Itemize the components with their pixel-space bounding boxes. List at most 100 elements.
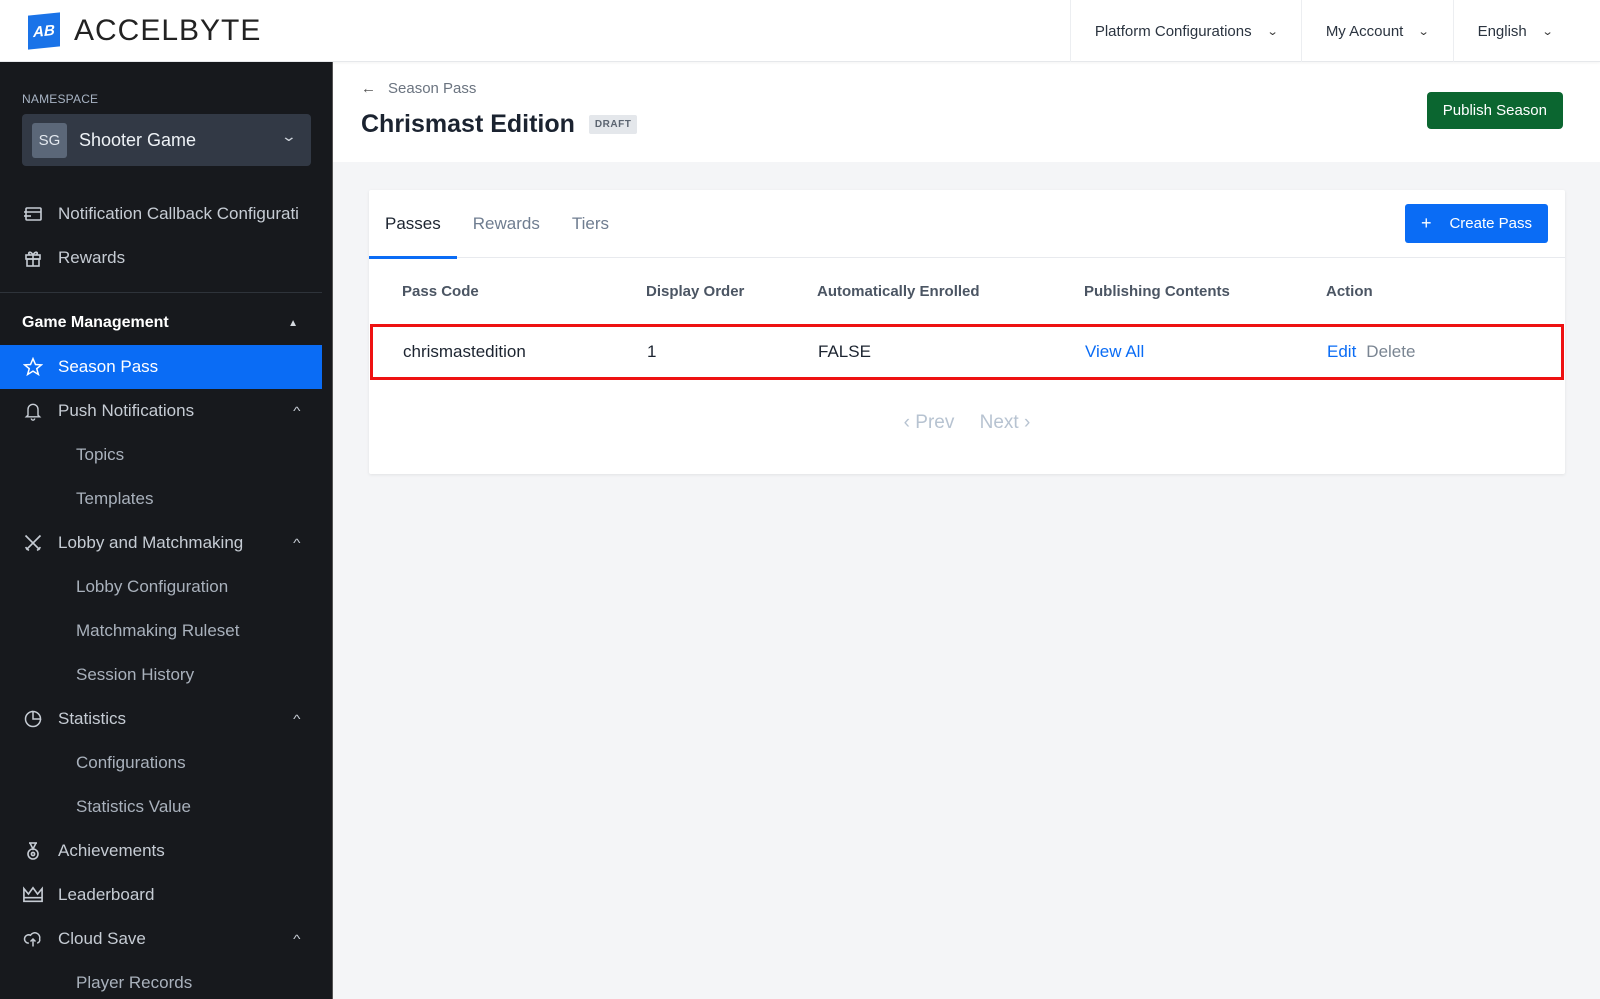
arrow-left-icon: ← <box>361 80 376 97</box>
sidebar-item-label: Topics <box>76 445 125 464</box>
sidebar-item-label: Lobby Configuration <box>76 577 229 596</box>
chevron-down-icon: ⌄ <box>1266 25 1279 38</box>
crown-icon <box>22 884 44 906</box>
callback-icon <box>22 203 44 225</box>
breadcrumb-label: Season Pass <box>388 80 477 97</box>
top-bar: AB ACCELBYTE Platform Configurations ⌄ M… <box>0 0 1600 62</box>
sidebar-item-lobby-matchmaking[interactable]: Lobby and Matchmaking ^ <box>0 521 322 565</box>
sidebar-item-label: Push Notifications <box>58 401 195 420</box>
tab-passes[interactable]: Passes <box>369 190 457 259</box>
breadcrumb-back-link[interactable]: ← Season Pass <box>361 80 476 97</box>
bell-icon <box>22 400 44 422</box>
edit-link[interactable]: Edit <box>1327 342 1356 361</box>
menu-label: Platform Configurations <box>1094 22 1252 40</box>
cloud-upload-icon <box>22 928 44 950</box>
sidebar-item-label: Matchmaking Ruleset <box>76 621 240 640</box>
sidebar-item-label: Player Records <box>76 973 193 992</box>
sidebar-item-player-records[interactable]: Player Records <box>0 961 322 999</box>
medal-icon <box>22 840 44 862</box>
table-header-row: Pass Code Display Order Automatically En… <box>369 258 1565 324</box>
sidebar-item-statistics[interactable]: Statistics ^ <box>0 697 322 741</box>
sidebar-item-label: Lobby and Matchmaking <box>58 533 244 552</box>
caret-up-icon: ▲ <box>288 317 298 329</box>
prev-page-button[interactable]: ‹ Prev <box>904 412 955 433</box>
view-all-link[interactable]: View All <box>1085 342 1144 362</box>
sidebar-item-templates[interactable]: Templates <box>0 477 322 521</box>
sidebar-item-label: Leaderboard <box>58 885 155 904</box>
plus-icon: + <box>1420 213 1432 233</box>
namespace-label: NAMESPACE <box>22 92 99 106</box>
sidebar-nav: Notification Callback Configurati Reward… <box>0 192 322 999</box>
sidebar-item-label: Notification Callback Configurati <box>58 204 299 223</box>
namespace-avatar: SG <box>32 122 67 158</box>
star-icon <box>22 356 44 378</box>
my-account-menu[interactable]: My Account ⌄ <box>1300 0 1453 62</box>
publish-season-button[interactable]: Publish Season <box>1426 92 1563 129</box>
menu-label: My Account <box>1325 22 1404 40</box>
column-header-pass-code: Pass Code <box>402 282 479 300</box>
sidebar-item-rewards[interactable]: Rewards <box>0 236 322 280</box>
sidebar-item-label: Rewards <box>58 248 126 267</box>
delete-link[interactable]: Delete <box>1366 342 1415 361</box>
language-menu[interactable]: English ⌄ <box>1452 0 1600 62</box>
sidebar-item-cloud-save[interactable]: Cloud Save ^ <box>0 917 322 961</box>
sidebar-item-matchmaking-ruleset[interactable]: Matchmaking Ruleset <box>0 609 322 653</box>
chevron-up-icon: ^ <box>293 404 301 418</box>
sidebar-item-notification-callback[interactable]: Notification Callback Configurati <box>0 192 322 236</box>
tab-bar: Passes Rewards Tiers <box>369 190 1565 259</box>
sidebar-item-season-pass[interactable]: Season Pass <box>0 345 322 389</box>
page-title-text: Chrismast Edition <box>361 110 575 138</box>
sidebar-group-game-management[interactable]: Game Management ▲ <box>0 301 322 345</box>
sidebar-item-achievements[interactable]: Achievements <box>0 829 322 873</box>
create-pass-button[interactable]: + Create Pass <box>1404 204 1548 243</box>
chevron-up-icon: ^ <box>293 932 301 946</box>
sidebar-item-leaderboard[interactable]: Leaderboard <box>0 873 322 917</box>
sidebar: NAMESPACE SG Shooter Game ⌄ Notification… <box>0 62 333 999</box>
column-header-auto-enrolled: Automatically Enrolled <box>817 282 980 300</box>
sidebar-item-topics[interactable]: Topics <box>0 433 322 477</box>
tab-rewards[interactable]: Rewards <box>457 190 556 258</box>
sidebar-divider <box>0 292 322 293</box>
page-title: Chrismast Edition DRAFT <box>361 110 638 139</box>
sidebar-item-push-notifications[interactable]: Push Notifications ^ <box>0 389 322 433</box>
auto-enrolled-cell: FALSE <box>818 342 871 361</box>
tab-tiers[interactable]: Tiers <box>556 190 625 258</box>
display-order-cell: 1 <box>647 342 657 361</box>
swords-icon <box>22 532 44 554</box>
column-header-publishing-contents: Publishing Contents <box>1084 282 1230 300</box>
sidebar-item-label: Achievements <box>58 841 165 860</box>
sidebar-item-configurations[interactable]: Configurations <box>0 741 322 785</box>
logo-text: ACCELBYTE <box>74 14 262 47</box>
sidebar-item-label: Cloud Save <box>58 929 146 948</box>
status-badge: DRAFT <box>588 115 638 134</box>
column-header-display-order: Display Order <box>646 282 745 300</box>
chevron-down-icon: ⌄ <box>280 128 298 144</box>
sidebar-item-statistics-value[interactable]: Statistics Value <box>0 785 322 829</box>
sidebar-item-session-history[interactable]: Session History <box>0 653 322 697</box>
gift-icon <box>22 247 44 269</box>
namespace-select[interactable]: SG Shooter Game ⌄ <box>22 114 311 166</box>
page-header: ← Season Pass Chrismast Edition DRAFT Pu… <box>333 62 1600 162</box>
logo-mark-icon: AB <box>28 12 60 50</box>
group-label: Game Management <box>22 314 169 331</box>
accelbyte-logo[interactable]: AB ACCELBYTE <box>28 12 262 50</box>
column-header-action: Action <box>1326 282 1373 300</box>
sidebar-item-label: Templates <box>76 489 154 508</box>
sidebar-item-label: Statistics Value <box>76 797 191 816</box>
chevron-down-icon: ⌄ <box>1417 25 1430 38</box>
sidebar-item-lobby-configuration[interactable]: Lobby Configuration <box>0 565 322 609</box>
chevron-up-icon: ^ <box>293 536 301 550</box>
menu-label: English <box>1477 22 1527 40</box>
namespace-name: Shooter Game <box>79 129 197 150</box>
pass-code-cell: chrismastedition <box>403 342 526 361</box>
passes-table: Pass Code Display Order Automatically En… <box>369 258 1565 380</box>
sidebar-item-label: Season Pass <box>58 357 159 376</box>
pie-chart-icon <box>22 708 44 730</box>
pagination: ‹ Prev Next › <box>369 412 1565 434</box>
platform-configurations-menu[interactable]: Platform Configurations ⌄ <box>1069 0 1301 62</box>
next-page-button[interactable]: Next › <box>980 412 1031 433</box>
chevron-down-icon: ⌄ <box>1541 25 1554 38</box>
top-menus: Platform Configurations ⌄ My Account ⌄ E… <box>1069 0 1600 62</box>
action-cell: Edit Delete <box>1327 342 1415 362</box>
chevron-up-icon: ^ <box>293 712 301 726</box>
